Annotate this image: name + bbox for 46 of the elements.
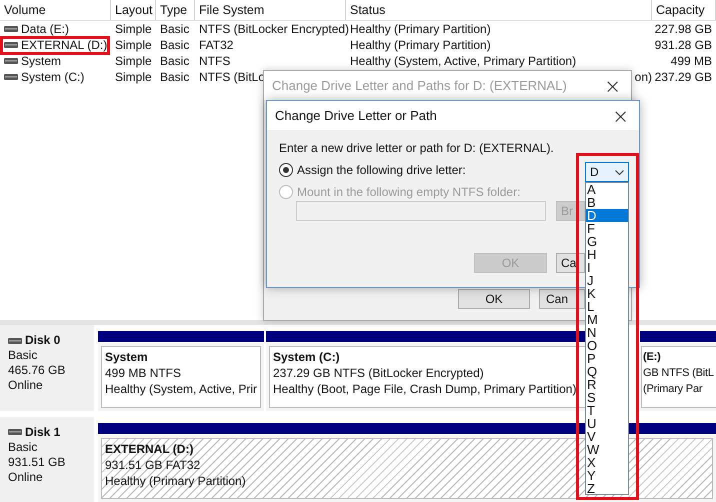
- disk-size: 931.51 GB: [8, 454, 66, 470]
- window-title: Change Drive Letter or Path: [275, 108, 437, 123]
- table-cell: FAT32: [199, 38, 234, 52]
- disk-name: Disk 0: [25, 333, 60, 348]
- partition-detail: 931.51 GB FAT32: [105, 456, 200, 472]
- table-cell: 931.28 GB: [654, 38, 712, 52]
- window-title: Change Drive Letter and Paths for D: (EXTERNAL): [272, 78, 567, 93]
- table-cell: Basic: [160, 38, 190, 52]
- table-cell: Basic: [160, 54, 190, 68]
- table-cell: 499 MB: [670, 54, 712, 68]
- partition-title: EXTERNAL (D:): [105, 440, 194, 456]
- table-cell: System (C:): [21, 70, 84, 84]
- table-cell: Basic: [160, 70, 190, 84]
- partition-detail: 237.29 GB NTFS (BitLocker Encrypted): [273, 365, 484, 381]
- partition-title: (E:): [643, 350, 661, 365]
- table-cell: Simple: [115, 22, 152, 36]
- partition-detail: GB NTFS (BitL: [643, 366, 714, 381]
- table-cell: Healthy (Primary Partition): [350, 22, 491, 36]
- partition-title: System: [105, 349, 148, 365]
- partition-status: Healthy (Primary Partition): [105, 472, 246, 488]
- disk-type: Basic: [8, 348, 38, 363]
- partition-status: (Primary Par: [643, 382, 702, 397]
- table-cell: on): [634, 70, 652, 84]
- table-cell: Healthy (Primary Partition): [350, 38, 491, 52]
- table-cell: Simple: [115, 38, 152, 52]
- table-cell: Basic: [160, 22, 190, 36]
- table-cell: System: [21, 54, 62, 68]
- table-cell: 237.29 GB: [654, 70, 712, 84]
- partition-status: Healthy (Boot, Page File, Crash Dump, Primary Partition): [273, 381, 576, 397]
- disk-name: Disk 1: [25, 424, 60, 440]
- partition-status: Healthy (System, Active, Prir: [105, 381, 258, 397]
- table-cell: 227.98 GB: [654, 22, 712, 36]
- table-cell: Simple: [115, 70, 152, 84]
- partition-detail: 499 MB NTFS: [105, 365, 182, 381]
- prompt-text: Enter a new drive letter or path for D: (EXTERNAL).: [279, 141, 555, 155]
- disk-type: Basic: [8, 440, 38, 454]
- table-cell: Data (E:): [21, 22, 70, 36]
- table-cell: NTFS: [199, 54, 230, 68]
- table-cell: NTFS (BitLocker Encrypted): [199, 22, 350, 36]
- disk-size: 465.76 GB: [8, 363, 66, 378]
- disk-state: Online: [8, 470, 44, 484]
- table-cell: Simple: [115, 54, 152, 68]
- partition-title: System (C:): [273, 349, 340, 365]
- disk-state: Online: [8, 378, 44, 393]
- table-cell: EXTERNAL (D:): [21, 38, 108, 52]
- table-cell: Healthy (System, Active, Primary Partition): [350, 54, 576, 68]
